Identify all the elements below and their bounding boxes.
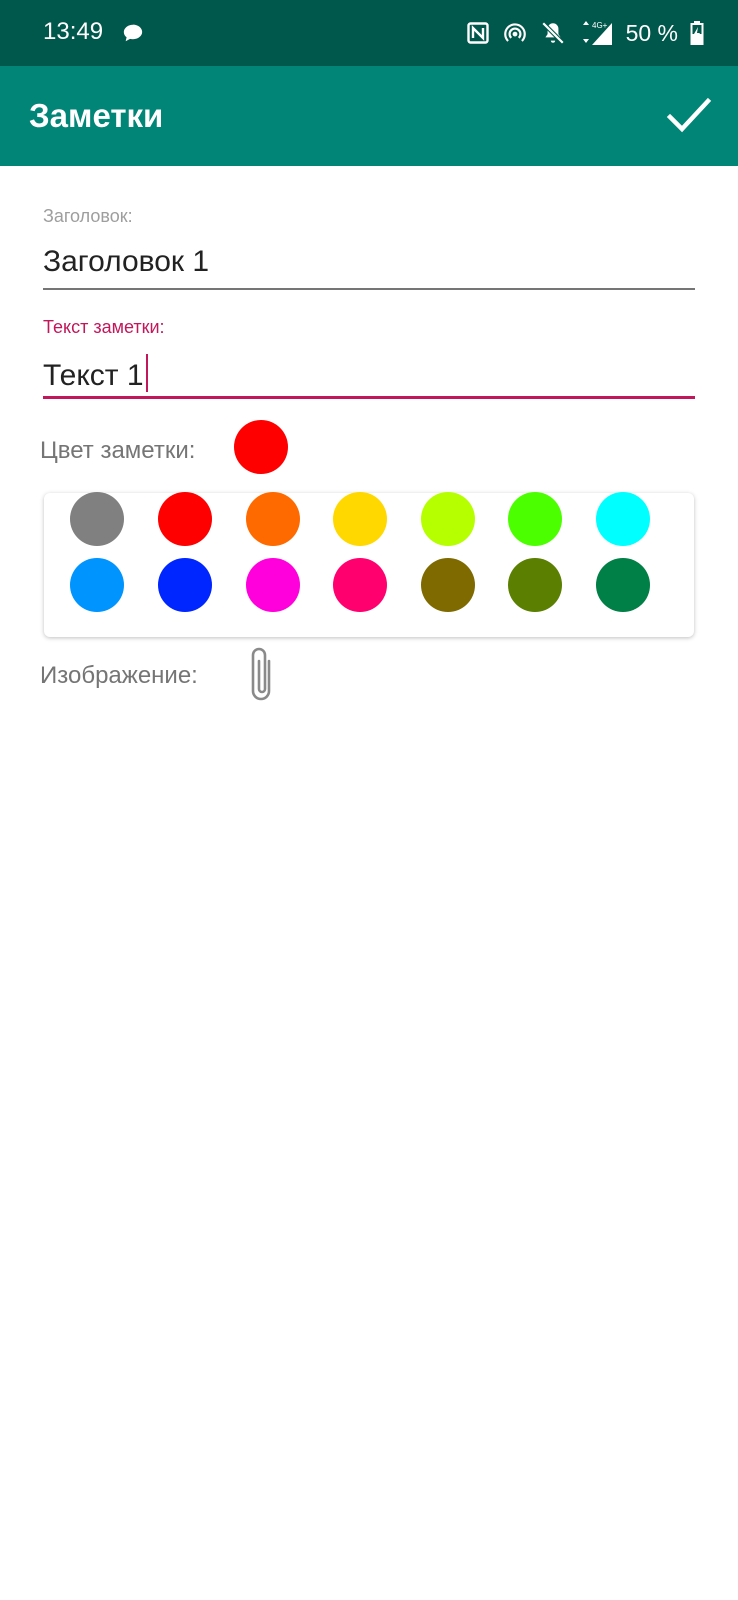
note-text-value: Текст 1 (43, 359, 144, 392)
color-swatch[interactable] (508, 492, 562, 546)
color-swatch[interactable] (70, 492, 124, 546)
notifications-off-icon (541, 21, 564, 45)
color-swatch[interactable] (596, 492, 650, 546)
app-title: Заметки (29, 97, 164, 134)
image-label: Изображение: (40, 662, 198, 689)
note-text-field-label: Текст заметки: (43, 317, 165, 337)
selected-color-indicator[interactable] (234, 420, 288, 474)
color-swatch[interactable] (333, 492, 387, 546)
battery-percent: 50 % (625, 19, 678, 46)
signal-icon: 4G+ (582, 21, 612, 45)
status-icons: 4G+ 50 % (466, 16, 704, 50)
color-swatch[interactable] (246, 558, 300, 612)
message-icon (123, 24, 143, 42)
status-bar: 13:49 4G+ 50 % (0, 0, 738, 66)
title-field-label: Заголовок: (43, 206, 133, 226)
color-swatch[interactable] (596, 558, 650, 612)
color-palette (44, 492, 694, 637)
color-swatch[interactable] (421, 492, 475, 546)
color-swatch[interactable] (158, 558, 212, 612)
note-text-field-underline (43, 396, 695, 399)
text-cursor (145, 354, 148, 392)
hotspot-icon (503, 23, 526, 42)
color-swatch[interactable] (158, 492, 212, 546)
note-text-field[interactable]: Текст 1 (43, 354, 148, 393)
title-field[interactable]: Заголовок 1 (43, 245, 209, 279)
paperclip-icon[interactable] (245, 645, 279, 705)
app-bar: Заметки (0, 66, 738, 166)
color-swatch[interactable] (333, 558, 387, 612)
status-time: 13:49 (43, 18, 104, 45)
color-swatch[interactable] (421, 558, 475, 612)
network-type: 4G+ (592, 21, 608, 30)
checkmark-icon[interactable] (666, 96, 712, 136)
battery-icon (690, 21, 704, 45)
color-swatch[interactable] (70, 558, 124, 612)
nfc-icon (466, 22, 489, 44)
color-swatch[interactable] (246, 492, 300, 546)
title-field-underline (43, 288, 695, 290)
note-color-label: Цвет заметки: (40, 437, 196, 464)
color-swatch[interactable] (508, 558, 562, 612)
